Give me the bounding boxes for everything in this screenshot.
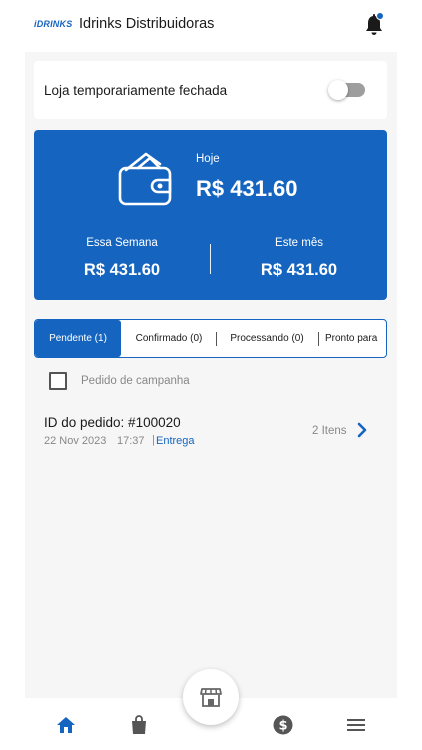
store-status-card: Loja temporariamente fechada xyxy=(34,61,387,119)
toggle-knob xyxy=(328,80,348,100)
store-closed-toggle[interactable] xyxy=(328,80,365,100)
app-screen: iDRINKS Idrinks Distribuidoras Loja temp… xyxy=(25,0,397,750)
month-value: R$ 431.60 xyxy=(260,261,338,279)
tab-processando[interactable]: Processando (0) xyxy=(217,320,317,357)
tab-pendente[interactable]: Pendente (1) xyxy=(35,320,121,357)
week-label: Essa Semana xyxy=(86,237,158,249)
menu-icon[interactable] xyxy=(346,715,366,735)
week-value: R$ 431.60 xyxy=(83,261,161,279)
order-id: ID do pedido: #100020 xyxy=(44,415,181,430)
chevron-right-icon[interactable] xyxy=(356,422,368,438)
campaign-checkbox[interactable] xyxy=(49,372,67,390)
today-value: R$ 431.60 xyxy=(196,176,298,201)
shopping-bag-icon[interactable] xyxy=(129,715,149,735)
order-separator: | xyxy=(152,434,155,446)
campaign-checkbox-label: Pedido de campanha xyxy=(81,375,190,387)
month-label: Este mês xyxy=(275,237,323,249)
balance-card: Hoje R$ 431.60 Essa Semana R$ 431.60 Est… xyxy=(34,130,387,300)
tab-separator xyxy=(318,332,319,346)
store-fab-button[interactable] xyxy=(183,669,239,725)
store-name: Idrinks Distribuidoras xyxy=(79,16,215,32)
order-type: Entrega xyxy=(156,435,195,447)
tab-confirmado[interactable]: Confirmado (0) xyxy=(123,320,215,357)
dollar-icon[interactable]: $ xyxy=(273,715,293,735)
today-label: Hoje xyxy=(196,153,220,165)
notification-dot xyxy=(376,12,384,20)
home-icon[interactable] xyxy=(56,715,76,735)
wallet-icon xyxy=(118,152,172,206)
order-items-count: 2 Itens xyxy=(312,425,347,437)
store-closed-label: Loja temporariamente fechada xyxy=(44,83,228,98)
header: iDRINKS Idrinks Distribuidoras xyxy=(25,0,397,52)
order-status-tabs: Pendente (1) Confirmado (0) Processando … xyxy=(34,319,387,358)
order-time: 17:37 xyxy=(117,435,145,447)
brand-logo: iDRINKS xyxy=(34,19,73,29)
tab-pronto[interactable]: Pronto para xyxy=(325,320,386,357)
svg-text:$: $ xyxy=(278,719,287,734)
store-icon xyxy=(200,688,222,707)
order-date: 22 Nov 2023 xyxy=(44,435,107,447)
